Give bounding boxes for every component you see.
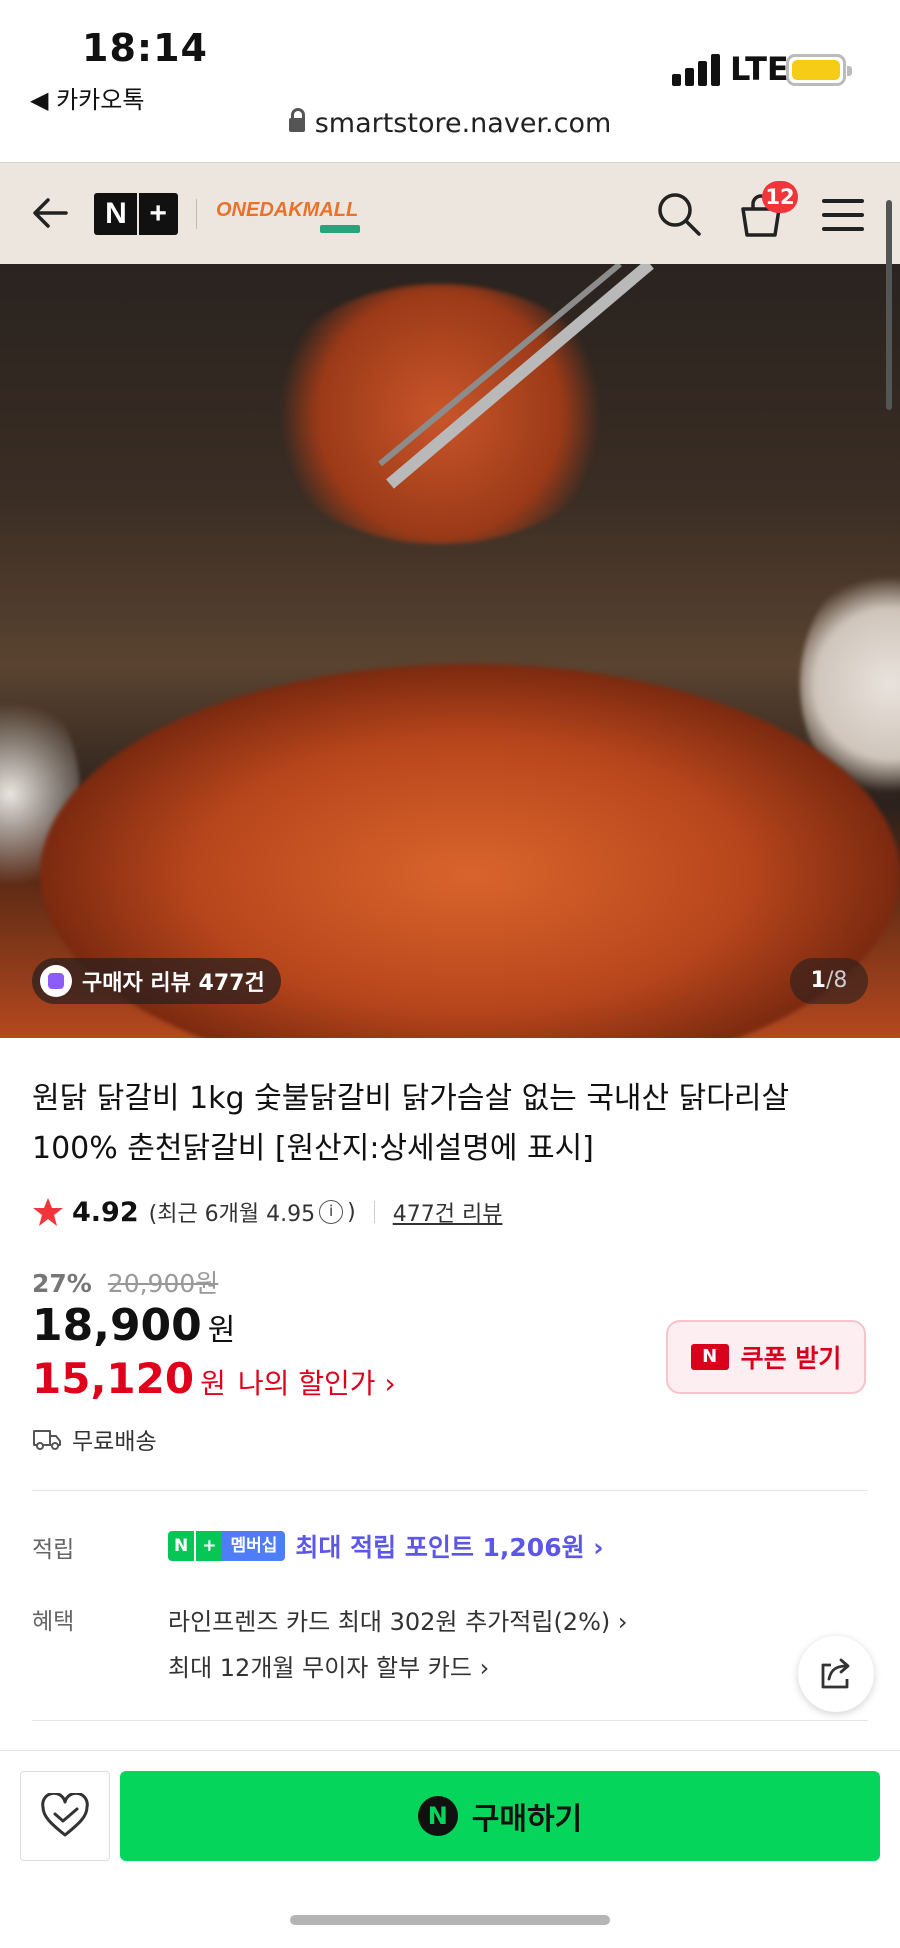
status-time: 18:14 bbox=[82, 26, 208, 70]
url-text: smartstore.naver.com bbox=[314, 108, 612, 139]
info-icon[interactable]: i bbox=[319, 1200, 344, 1224]
network-type: LTE bbox=[730, 50, 789, 88]
rating-divider bbox=[373, 1201, 375, 1223]
discount-row: 27% 20,900원 bbox=[32, 1264, 218, 1300]
store-header: N + ONEDAKMALL 12 bbox=[0, 162, 900, 264]
signal-icon bbox=[672, 52, 722, 86]
share-button[interactable] bbox=[798, 1636, 874, 1712]
naver-plus-logo[interactable]: N + bbox=[94, 193, 178, 235]
menu-icon[interactable] bbox=[822, 199, 864, 231]
buyer-review-chip[interactable]: 구매자 리뷰 477건 bbox=[32, 958, 281, 1004]
perk-installment[interactable]: 최대 12개월 무이자 할부 카드 › bbox=[168, 1648, 489, 1683]
original-price: 20,900원 bbox=[107, 1269, 219, 1298]
buy-button[interactable]: N 구매하기 bbox=[120, 1771, 880, 1861]
coupon-button[interactable]: N 쿠폰 받기 bbox=[666, 1320, 866, 1394]
home-indicator[interactable] bbox=[290, 1915, 610, 1925]
perk-card-points[interactable]: 라인프렌즈 카드 최대 302원 추가적립(2%) › bbox=[168, 1602, 627, 1637]
brand-subbadge bbox=[320, 225, 360, 233]
delivery-info: 무료배송 bbox=[32, 1422, 157, 1456]
coupon-label: 쿠폰 받기 bbox=[740, 1344, 842, 1373]
sale-price: 18,900 원 bbox=[32, 1300, 235, 1351]
max-points-text: 최대 적립 포인트 1,206원 › bbox=[295, 1533, 604, 1562]
truck-icon bbox=[33, 1430, 61, 1450]
delivery-label: 무료배송 bbox=[72, 1429, 157, 1455]
image-page-indicator: 1/8 bbox=[790, 958, 868, 1004]
product-image[interactable] bbox=[0, 264, 900, 1038]
buy-label: 구매하기 bbox=[471, 1802, 583, 1837]
wishlist-button[interactable] bbox=[20, 1771, 110, 1861]
search-icon[interactable] bbox=[656, 191, 702, 237]
cart-count-badge: 12 bbox=[762, 181, 798, 213]
review-count-link[interactable]: 477건 리뷰 bbox=[393, 1196, 503, 1228]
my-discount-price[interactable]: 15,120 원 나의 할인가 › bbox=[32, 1354, 396, 1403]
section-divider bbox=[32, 1490, 868, 1491]
header-divider bbox=[196, 199, 197, 229]
star-icon bbox=[33, 1198, 63, 1226]
my-price-unit: 원 bbox=[200, 1367, 226, 1400]
my-price-label: 나의 할인가 › bbox=[237, 1367, 396, 1400]
points-label: 적립 bbox=[32, 1537, 75, 1563]
review-chip-label: 구매자 리뷰 477건 bbox=[82, 971, 265, 996]
status-bar: 18:14 ◀ 카카오톡 LTE smartstore.naver.com bbox=[0, 0, 900, 160]
membership-badge: N + 멤버십 bbox=[168, 1531, 286, 1561]
tongs-icon bbox=[378, 264, 654, 489]
rating-recent: (최근 6개월 4.95 bbox=[148, 1202, 316, 1227]
review-photo-icon bbox=[40, 965, 72, 997]
sale-price-unit: 원 bbox=[207, 1313, 236, 1348]
my-price-number: 15,120 bbox=[32, 1354, 195, 1403]
membership-badge-label: 멤버십 bbox=[222, 1531, 286, 1561]
back-arrow-icon[interactable] bbox=[30, 193, 70, 233]
rating-row: 4.92 (최근 6개월 4.95 i ) 477건 리뷰 bbox=[32, 1196, 502, 1228]
nplus-n: N bbox=[105, 197, 127, 230]
product-title: 원닭 닭갈비 1kg 숯불닭갈비 닭가슴살 없는 국내산 닭다리살 100% 춘… bbox=[32, 1081, 790, 1166]
discount-percent: 27% bbox=[32, 1269, 92, 1298]
naver-pay-icon: N bbox=[417, 1796, 458, 1836]
rating-recent-close: ) bbox=[347, 1199, 356, 1225]
section-divider bbox=[32, 1720, 868, 1721]
url-bar[interactable]: smartstore.naver.com bbox=[0, 108, 900, 139]
naver-coupon-icon: N bbox=[690, 1344, 729, 1370]
membership-badge-plus: + bbox=[194, 1531, 223, 1561]
heart-icon bbox=[41, 1793, 89, 1837]
rating-score: 4.92 bbox=[72, 1196, 139, 1228]
lock-icon bbox=[288, 108, 305, 132]
page-current: 1 bbox=[810, 968, 826, 993]
battery-icon bbox=[786, 54, 852, 86]
sale-price-number: 18,900 bbox=[32, 1300, 202, 1351]
points-row[interactable]: N + 멤버십 최대 적립 포인트 1,206원 › bbox=[168, 1528, 604, 1564]
store-brand-logo[interactable]: ONEDAKMALL bbox=[216, 199, 358, 222]
purchase-bar: N 구매하기 bbox=[0, 1750, 900, 1948]
membership-badge-n: N bbox=[168, 1531, 195, 1561]
page-scrollbar[interactable] bbox=[886, 200, 892, 410]
nplus-plus: + bbox=[149, 197, 167, 230]
share-icon bbox=[821, 1658, 850, 1689]
perks-label: 혜택 bbox=[32, 1609, 75, 1635]
page-total: /8 bbox=[825, 968, 848, 993]
